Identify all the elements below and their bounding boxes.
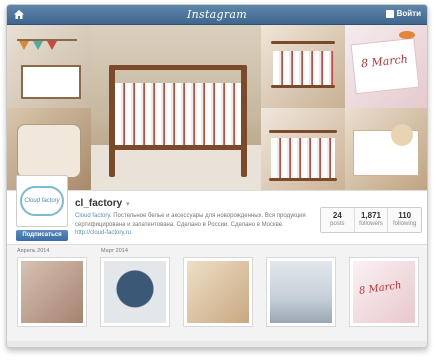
stat-posts[interactable]: 24 posts — [321, 208, 355, 232]
bunting-flag — [47, 41, 57, 50]
card-text: 8 March — [358, 280, 403, 297]
bio-text: . Постельное белье и аксессуары для ново… — [75, 213, 306, 228]
crib-bottom-rail — [271, 85, 335, 88]
feed-photo[interactable] — [266, 257, 336, 327]
stat-value: 24 — [332, 211, 342, 220]
follow-button[interactable]: Подписаться — [16, 230, 68, 241]
pillow-shape — [17, 124, 81, 178]
stat-label: following — [393, 221, 417, 227]
tulip — [399, 31, 415, 39]
photo-image — [21, 261, 83, 323]
feed-photo[interactable] — [183, 257, 253, 327]
stat-label: followers — [359, 221, 383, 227]
top-navigation-bar: Instagram Войти — [7, 5, 427, 25]
month-label-april: Апрель 2014 — [17, 248, 50, 254]
bunting-flag — [33, 41, 43, 50]
footer-strip — [7, 341, 427, 347]
login-label: Войти — [396, 9, 421, 18]
crib-bumper — [271, 138, 335, 178]
stat-followers[interactable]: 1,871 followers — [355, 208, 389, 232]
flower — [391, 124, 413, 146]
stat-value: 110 — [398, 211, 412, 220]
bio-brand: Cloud factory — [75, 213, 110, 219]
profile-menu-icon[interactable]: ▾ — [126, 200, 130, 208]
cloud-logo: Cloud factory — [20, 186, 64, 216]
crib-top-rail — [109, 65, 247, 70]
photo-image — [187, 261, 249, 323]
crib-leg-right — [241, 65, 247, 177]
login-button[interactable]: Войти — [385, 9, 421, 18]
feed-photo[interactable] — [17, 257, 87, 327]
cover-photo-grid: 8 March — [7, 25, 427, 190]
feed-photo[interactable] — [100, 257, 170, 327]
feed-photo[interactable]: 8 March — [349, 257, 419, 327]
crib-thumbnail — [21, 65, 81, 99]
profile-stats: 24 posts 1,871 followers 110 following — [320, 207, 422, 233]
user-icon — [385, 9, 394, 18]
crib-top-rail — [269, 130, 337, 133]
photo-image: 8 March — [353, 261, 415, 323]
cover-photo-crib-main[interactable] — [91, 25, 261, 190]
profile-bio: Cloud factory. Постельное белье и аксесс… — [75, 212, 312, 238]
month-label-march: Март 2014 — [101, 248, 128, 254]
crib-bumper — [115, 83, 241, 145]
floor — [91, 145, 261, 190]
cover-photo-crib-wide[interactable] — [261, 108, 345, 190]
instagram-window: Instagram Войти 8 March Cloud factory По… — [6, 4, 428, 348]
stat-label: posts — [330, 221, 345, 227]
profile-header: Cloud factory Подписаться cl_factory ▾ C… — [7, 175, 427, 245]
bio-link[interactable]: http://cloud-factory.ru — [75, 230, 131, 236]
instagram-logo: Instagram — [186, 8, 248, 21]
photo-image — [104, 261, 166, 323]
bunting-flag — [19, 41, 29, 50]
cover-photo-8-march[interactable]: 8 March — [345, 25, 427, 108]
cover-photo-flowers[interactable] — [345, 108, 427, 190]
username: cl_factory — [75, 198, 123, 209]
cover-photo-bunting[interactable] — [7, 25, 91, 108]
crib-bottom-rail — [269, 178, 337, 181]
month-labels: Апрель 2014 Март 2014 — [7, 247, 427, 257]
photo-image — [270, 261, 332, 323]
crib-bumper — [273, 51, 333, 85]
crib-top-rail — [271, 41, 335, 44]
stat-following[interactable]: 110 following — [388, 208, 421, 232]
avatar[interactable]: Cloud factory — [16, 175, 68, 227]
cover-photo-crib-small[interactable] — [261, 25, 345, 108]
crib-bottom-rail — [109, 145, 247, 150]
stat-value: 1,871 — [360, 211, 382, 220]
